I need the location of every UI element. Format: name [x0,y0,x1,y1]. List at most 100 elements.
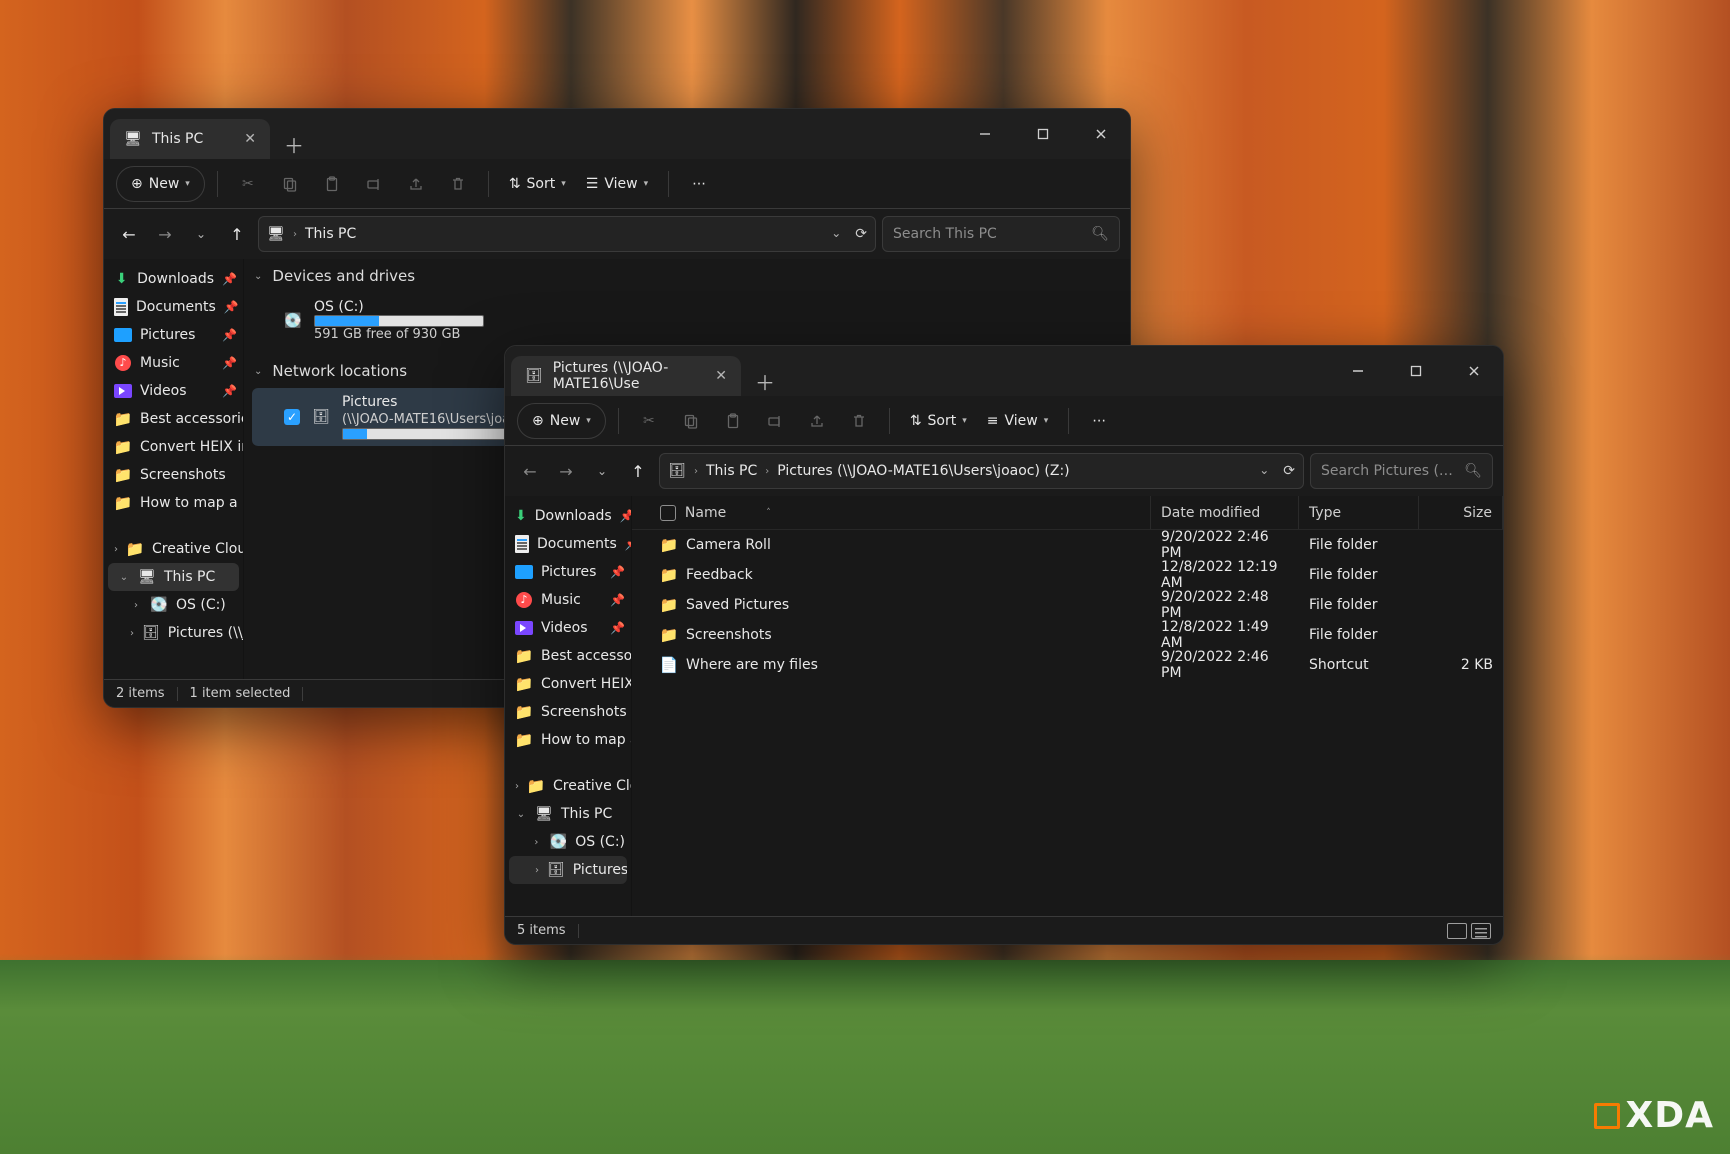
pin-icon[interactable]: 📌 [610,565,625,579]
pin-icon[interactable]: 📌 [222,328,237,342]
col-date[interactable]: Date modified [1151,496,1299,529]
forward-button[interactable]: → [551,456,581,486]
close-button[interactable] [1072,109,1130,159]
view-button[interactable]: ≡ View ▾ [979,403,1057,439]
nav-tree[interactable]: Downloads📌 Documents📌 Pictures📌 Music📌 V… [505,496,632,916]
pin-icon[interactable]: 📌 [610,593,625,607]
file-row[interactable]: Saved Pictures9/20/2022 2:48 PMFile fold… [632,590,1503,620]
cut-button[interactable]: ✂ [230,166,266,202]
nav-folder-screenshots[interactable]: Screenshots [104,461,243,489]
col-type[interactable]: Type [1299,496,1419,529]
address-bar[interactable]: ›This PC ⌄ ⟳ [258,216,876,252]
rename-button[interactable] [757,403,793,439]
new-tab-button[interactable]: ＋ [745,367,785,396]
new-button[interactable]: ⊕ New ▾ [116,166,205,202]
minimize-button[interactable] [956,109,1014,159]
nav-documents[interactable]: Documents📌 [505,530,631,558]
nav-this-pc[interactable]: ⌄This PC [108,563,239,591]
chevron-right-icon[interactable]: › [114,544,118,555]
recent-button[interactable]: ⌄ [186,219,216,249]
file-row[interactable]: Feedback12/8/2022 12:19 AMFile folder [632,560,1503,590]
chevron-right-icon[interactable]: › [130,600,142,611]
group-devices[interactable]: ⌄Devices and drives [244,259,1130,293]
maximize-button[interactable] [1387,346,1445,396]
pin-icon[interactable]: 📌 [222,272,237,286]
tab-this-pc[interactable]: This PC ✕ [110,119,270,159]
up-button[interactable]: ↑ [222,219,252,249]
search-input[interactable]: Search This PC 🔍︎ [882,216,1120,252]
delete-button[interactable] [841,403,877,439]
chevron-right-icon[interactable]: › [515,781,519,792]
nav-network-pictures[interactable]: ›Pictures (\\JOA [104,619,243,647]
close-tab-icon[interactable]: ✕ [715,368,727,384]
share-button[interactable] [398,166,434,202]
file-row[interactable]: Screenshots12/8/2022 1:49 AMFile folder [632,620,1503,650]
nav-folder-screenshots[interactable]: Screenshots [505,698,631,726]
chevron-down-icon[interactable]: ⌄ [515,809,527,820]
nav-creative-cloud[interactable]: ›Creative Cloud F [505,772,631,800]
share-button[interactable] [799,403,835,439]
nav-creative-cloud[interactable]: ›Creative Cloud F [104,535,243,563]
maximize-button[interactable] [1014,109,1072,159]
paste-button[interactable] [715,403,751,439]
up-button[interactable]: ↑ [623,456,653,486]
nav-videos[interactable]: Videos📌 [505,614,631,642]
chevron-down-icon[interactable]: ⌄ [118,572,130,583]
content-pane[interactable]: Name˄ Date modified Type Size Camera Rol… [632,496,1503,916]
nav-folder-map[interactable]: How to map a n [505,726,631,754]
nav-pictures[interactable]: Pictures📌 [505,558,631,586]
nav-folder-map[interactable]: How to map a n [104,489,243,517]
minimize-button[interactable] [1329,346,1387,396]
view-list-icon[interactable] [1447,923,1467,939]
view-button[interactable]: ☰ View ▾ [578,166,656,202]
nav-downloads[interactable]: Downloads📌 [505,502,631,530]
nav-folder-best[interactable]: Best accessories [505,642,631,670]
chevron-down-icon[interactable]: ⌄ [254,271,262,282]
tab-network-pictures[interactable]: Pictures (\\JOAO-MATE16\Use ✕ [511,356,741,396]
nav-music[interactable]: Music📌 [505,586,631,614]
nav-folder-heix[interactable]: Convert HEIX im [104,433,243,461]
nav-network-pictures[interactable]: ›Pictures (\\JOA [509,856,627,884]
more-button[interactable]: ⋯ [1081,403,1117,439]
copy-button[interactable] [673,403,709,439]
view-switcher[interactable] [1447,923,1491,939]
col-name[interactable]: Name˄ [650,496,1151,529]
copy-button[interactable] [272,166,308,202]
cut-button[interactable]: ✂ [631,403,667,439]
nav-downloads[interactable]: Downloads📌 [104,265,243,293]
view-details-icon[interactable] [1471,923,1491,939]
more-button[interactable]: ⋯ [681,166,717,202]
address-bar[interactable]: ›This PC›Pictures (\\JOAO-MATE16\Users\j… [659,453,1304,489]
nav-folder-heix[interactable]: Convert HEIX im [505,670,631,698]
breadcrumb[interactable]: This PC [305,226,356,242]
delete-button[interactable] [440,166,476,202]
chevron-right-icon[interactable]: › [130,628,134,639]
checkbox-checked-icon[interactable]: ✓ [284,409,300,425]
breadcrumb[interactable]: This PC [706,463,757,479]
refresh-button[interactable]: ⟳ [855,226,867,242]
nav-os-c[interactable]: ›OS (C:) [104,591,243,619]
back-button[interactable]: ← [114,219,144,249]
pin-icon[interactable]: 📌 [620,509,631,523]
nav-os-c[interactable]: ›OS (C:) [505,828,631,856]
titlebar[interactable]: This PC ✕ ＋ [104,109,1130,159]
file-row[interactable]: Camera Roll9/20/2022 2:46 PMFile folder [632,530,1503,560]
sort-button[interactable]: ⇅ Sort ▾ [902,403,975,439]
forward-button[interactable]: → [150,219,180,249]
pin-icon[interactable]: 📌 [222,356,237,370]
close-button[interactable] [1445,346,1503,396]
breadcrumb[interactable]: Pictures (\\JOAO-MATE16\Users\joaoc) (Z:… [777,463,1069,479]
search-input[interactable]: Search Pictures (\\JOAO-M 🔍︎ [1310,453,1493,489]
nav-pictures[interactable]: Pictures📌 [104,321,243,349]
chevron-down-icon[interactable]: ⌄ [254,366,262,377]
paste-button[interactable] [314,166,350,202]
new-tab-button[interactable]: ＋ [274,130,314,159]
nav-music[interactable]: Music📌 [104,349,243,377]
select-all-checkbox[interactable] [660,505,676,521]
chevron-down-icon[interactable]: ⌄ [831,226,841,242]
chevron-down-icon[interactable]: ⌄ [1259,463,1269,479]
pin-icon[interactable]: 📌 [222,384,237,398]
rename-button[interactable] [356,166,392,202]
nav-folder-best[interactable]: Best accessories [104,405,243,433]
new-button[interactable]: ⊕ New ▾ [517,403,606,439]
